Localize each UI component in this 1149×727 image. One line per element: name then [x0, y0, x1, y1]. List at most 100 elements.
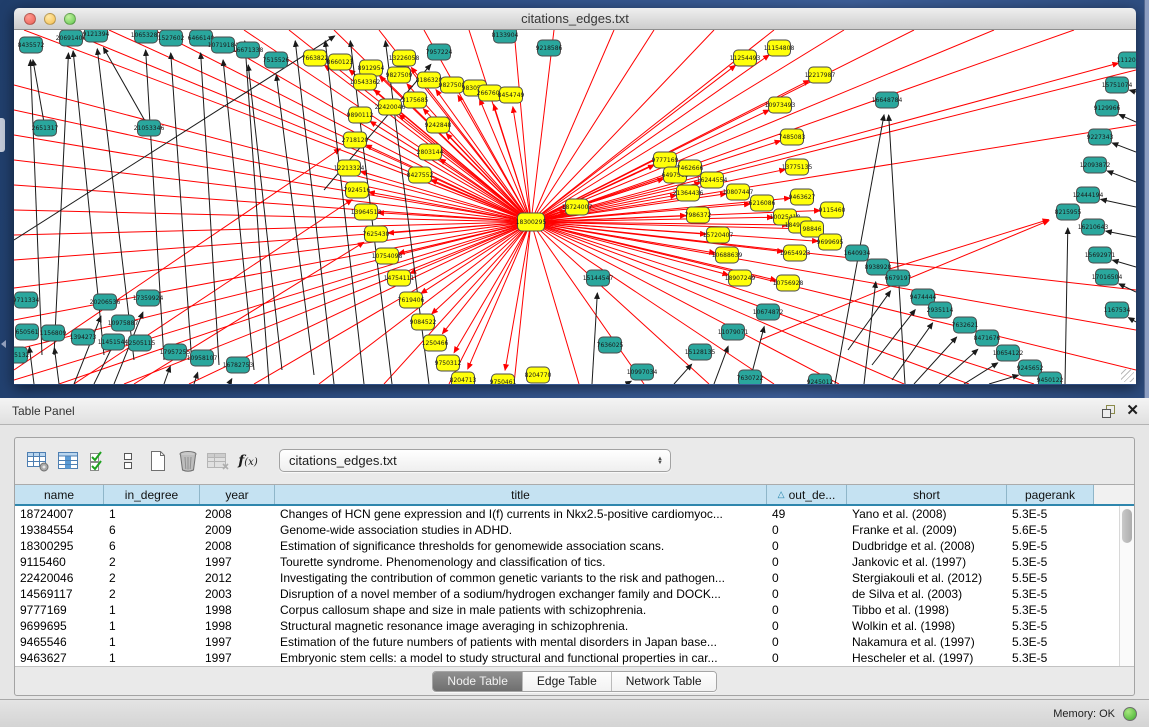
citation-edge-black[interactable] [229, 379, 232, 384]
citation-edge-red[interactable] [14, 110, 531, 222]
table-cell[interactable]: 0 [767, 538, 847, 554]
table-cell[interactable]: 5.3E-5 [1007, 602, 1094, 618]
column-header-short[interactable]: short [847, 485, 1007, 504]
citation-edge-black[interactable] [889, 115, 905, 384]
table-cell[interactable]: 1998 [200, 618, 275, 634]
citation-edge-red[interactable] [514, 30, 531, 222]
select-columns-icon[interactable] [53, 446, 83, 476]
table-cell[interactable]: Stergiakouli et al. (2012) [847, 570, 1007, 586]
table-cell[interactable]: 18724007 [15, 506, 104, 522]
vertical-scrollbar[interactable] [1119, 506, 1134, 666]
table-cell[interactable]: 0 [767, 634, 847, 650]
citation-edge-black[interactable] [1101, 199, 1136, 207]
table-cell[interactable]: Tibbo et al. (1998) [847, 602, 1007, 618]
citation-edge-black[interactable] [1113, 260, 1136, 267]
citation-edge-black[interactable] [714, 346, 728, 384]
column-header-title[interactable]: title [275, 485, 767, 504]
table-cell[interactable]: 5.6E-5 [1007, 522, 1094, 538]
table-row[interactable]: 1872400712008Changes of HCN gene express… [15, 506, 1119, 522]
citation-edge-red[interactable] [531, 217, 773, 222]
table-cell[interactable]: 1997 [200, 554, 275, 570]
table-row[interactable]: 1830029562008Estimation of significance … [15, 538, 1119, 554]
table-cell[interactable]: 9465546 [15, 634, 104, 650]
table-cell[interactable]: 49 [767, 506, 847, 522]
table-cell[interactable]: 5.3E-5 [1007, 618, 1094, 634]
table-cell[interactable]: 22420046 [15, 570, 104, 586]
table-cell[interactable]: 2009 [200, 522, 275, 538]
table-cell[interactable]: 2 [104, 586, 200, 602]
panel-collapse-handle[interactable] [0, 118, 5, 152]
citation-edge-black[interactable] [146, 50, 164, 360]
citation-edge-black[interactable] [626, 381, 631, 384]
table-row[interactable]: 911546021997Tourette syndrome. Phenomeno… [15, 554, 1119, 570]
citation-edge-red[interactable] [468, 222, 531, 369]
table-cell[interactable]: Estimation of the future numbers of pati… [275, 634, 767, 650]
column-header-out_de[interactable]: △out_de... [767, 485, 847, 504]
table-cell[interactable]: 0 [767, 650, 847, 666]
table-cell[interactable]: 5.3E-5 [1007, 554, 1094, 570]
table-selector-dropdown[interactable]: citations_edges.txt ▲▼ [279, 449, 671, 472]
table-cell[interactable]: 0 [767, 586, 847, 602]
citation-edge-black[interactable] [989, 375, 1018, 384]
citation-edge-black[interactable] [964, 363, 998, 384]
citation-edge-red[interactable] [319, 222, 531, 384]
table-cell[interactable]: 5.3E-5 [1007, 650, 1094, 666]
table-cell[interactable]: 5.9E-5 [1007, 538, 1094, 554]
table-cell[interactable]: 1998 [200, 602, 275, 618]
citation-edge-black[interactable] [30, 60, 42, 355]
citation-edge-red[interactable] [531, 222, 579, 384]
table-cell[interactable]: Corpus callosum shape and size in male p… [275, 602, 767, 618]
table-cell[interactable]: 9699695 [15, 618, 104, 634]
table-cell[interactable]: 1997 [200, 650, 275, 666]
float-panel-icon[interactable] [1101, 404, 1116, 419]
table-cell[interactable]: 1 [104, 506, 200, 522]
table-cell[interactable]: 2 [104, 554, 200, 570]
select-rows-check-icon[interactable] [83, 446, 113, 476]
table-cell[interactable]: 18300295 [15, 538, 104, 554]
citation-edge-black[interactable] [1106, 231, 1136, 237]
citation-edge-black[interactable] [1112, 143, 1136, 152]
citation-edge-red[interactable] [124, 222, 531, 384]
citation-edge-black[interactable] [103, 48, 149, 128]
table-row[interactable]: 2242004622012Investigating the contribut… [15, 570, 1119, 586]
close-panel-icon[interactable]: ✕ [1126, 404, 1139, 418]
table-cell[interactable]: Disruption of a novel member of a sodium… [275, 586, 767, 602]
citation-edge-black[interactable] [295, 41, 334, 384]
table-cell[interactable]: 9115460 [15, 554, 104, 570]
table-cell[interactable]: Estimation of significance thresholds fo… [275, 538, 767, 554]
table-cell[interactable]: 1997 [200, 634, 275, 650]
citation-edge-black[interactable] [164, 366, 170, 384]
citation-edge-black[interactable] [97, 49, 134, 360]
new-file-icon[interactable] [143, 446, 173, 476]
function-builder-icon[interactable]: f(x) [233, 446, 263, 476]
citation-edge-black[interactable] [245, 41, 269, 384]
table-cell[interactable]: Dudbridge et al. (2008) [847, 538, 1007, 554]
citation-edge-black[interactable] [592, 293, 597, 384]
table-cell[interactable]: 6 [104, 522, 200, 538]
table-cell[interactable]: Franke et al. (2009) [847, 522, 1007, 538]
column-header-name[interactable]: name [15, 485, 104, 504]
table-cell[interactable]: 2008 [200, 506, 275, 522]
citation-edge-black[interactable] [1107, 171, 1136, 182]
table-settings-icon[interactable] [23, 446, 53, 476]
table-row[interactable]: 1938455462009Genome-wide association stu… [15, 522, 1119, 538]
citation-edge-red[interactable] [432, 222, 531, 314]
table-cell[interactable]: 19384554 [15, 522, 104, 538]
tab-node-table[interactable]: Node Table [433, 672, 523, 691]
citation-edge-black[interactable] [1130, 90, 1136, 92]
table-cell[interactable]: Yano et al. (2008) [847, 506, 1007, 522]
table-cell[interactable]: 2008 [200, 538, 275, 554]
citation-edge-red[interactable] [442, 222, 531, 334]
table-cell[interactable]: Investigating the contribution of common… [275, 570, 767, 586]
table-cell[interactable]: 5.3E-5 [1007, 506, 1094, 522]
table-cell[interactable]: Embryonic stem cells: a model to study s… [275, 650, 767, 666]
scrollbar-thumb[interactable] [1122, 509, 1132, 543]
citation-edge-red[interactable] [531, 30, 554, 222]
table-row[interactable]: 969969511998Structural magnetic resonanc… [15, 618, 1119, 634]
panel-collapse-arrow-icon[interactable] [1, 340, 6, 348]
table-cell[interactable]: de Silva et al. (2003) [847, 586, 1007, 602]
table-cell[interactable]: 0 [767, 522, 847, 538]
table-cell[interactable]: 9463627 [15, 650, 104, 666]
table-row[interactable]: 946554611997Estimation of the future num… [15, 634, 1119, 650]
table-cell[interactable]: Changes of HCN gene expression and I(f) … [275, 506, 767, 522]
